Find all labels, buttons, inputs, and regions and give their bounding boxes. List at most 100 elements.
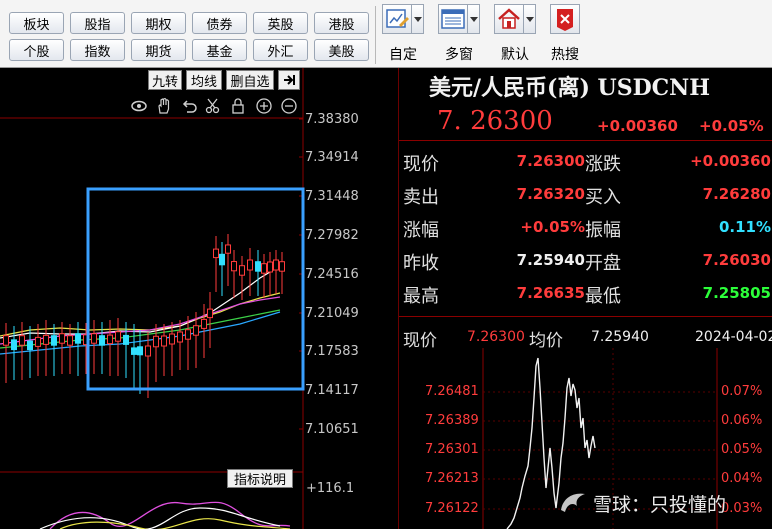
quote-label: 现价	[403, 154, 439, 175]
candle-body	[131, 347, 137, 355]
intraday-right-tick: 0.07%	[721, 384, 763, 399]
hot-search-tool-button[interactable]: 热搜	[550, 4, 580, 64]
chevron-down-icon[interactable]	[412, 4, 424, 34]
quote-value: +0.05%	[520, 218, 585, 236]
snowball-logo-icon	[557, 488, 591, 518]
trading-app: 板块 股指 期权 债券 英股 港股 个股 指数 期货 基金 外汇 美股 自定 多…	[0, 0, 772, 529]
candle-body	[279, 261, 285, 272]
quote-label: 开盘	[585, 253, 621, 274]
divider	[399, 316, 772, 317]
y-tick-label: 7.14117	[305, 383, 359, 398]
quote-value: 7.25940	[516, 251, 585, 269]
home-icon	[494, 4, 524, 34]
market-button-funds[interactable]: 基金	[192, 39, 247, 61]
y-tick-label: 7.34914	[305, 150, 359, 165]
candle-body	[219, 253, 225, 266]
candle-body	[67, 335, 73, 346]
market-button-bonds[interactable]: 债券	[192, 12, 247, 34]
candle-body	[161, 335, 167, 347]
candle-body	[59, 333, 65, 344]
kline-chart-panel: 九转 均线 删自选 7.38380 7.34914 7.31448 7.2798…	[0, 68, 398, 529]
candle-body	[193, 325, 199, 336]
candle-body	[19, 335, 25, 346]
quote-label: 卖出	[403, 187, 439, 208]
candlestick-series	[3, 234, 285, 398]
candle-body	[123, 334, 129, 345]
market-button-stock-index[interactable]: 股指	[70, 12, 125, 34]
instrument-title: 美元/人民币(离) USDCNH	[429, 75, 711, 101]
candle-body	[107, 334, 113, 345]
chevron-down-icon[interactable]	[468, 4, 480, 34]
watermark-text: 雪球：只投懂的	[593, 494, 727, 516]
y-tick-label: 7.24516	[305, 267, 359, 282]
candle-body	[169, 333, 175, 345]
candle-body	[137, 346, 143, 356]
default-tool-button[interactable]: 默认	[494, 4, 538, 64]
candle-body	[261, 263, 267, 274]
quote-label: 涨跌	[585, 154, 621, 175]
y-tick-label: 7.31448	[305, 189, 359, 204]
price-change-pct: +0.05%	[699, 117, 764, 135]
y-tick-label: 7.27982	[305, 228, 359, 243]
quote-label: 最低	[585, 286, 621, 307]
indicator-top-value: +116.1	[306, 481, 355, 496]
candle-body	[99, 335, 105, 346]
candle-body	[201, 318, 207, 329]
current-price: 7. 26300	[437, 106, 553, 136]
candle-body	[3, 335, 9, 346]
quote-label: 昨收	[403, 253, 439, 274]
candle-body	[207, 308, 213, 319]
market-button-hk-stocks[interactable]: 港股	[314, 12, 369, 34]
candle-body	[35, 336, 41, 347]
candle-body	[43, 334, 49, 345]
ma-yellow-line	[0, 292, 281, 337]
quote-value: 7.26635	[516, 284, 585, 302]
kline-chart-canvas[interactable]	[0, 68, 398, 529]
custom-icon	[382, 4, 412, 34]
quote-value: +0.00360	[690, 152, 771, 170]
quote-label: 买入	[585, 187, 621, 208]
y-tick-label: 7.17583	[305, 344, 359, 359]
indicator-info-button[interactable]: 指标说明	[227, 469, 293, 488]
multi-window-tool-button[interactable]: 多窗	[438, 4, 482, 64]
candle-body	[177, 331, 183, 343]
candle-body	[27, 340, 33, 351]
candle-body	[145, 345, 151, 357]
candle-body	[91, 333, 97, 344]
quote-value: 7.26300	[516, 152, 585, 170]
market-button-index[interactable]: 指数	[70, 39, 125, 61]
candle-body	[51, 335, 57, 346]
intraday-left-tick: 7.26301	[425, 442, 479, 457]
intraday-right-tick: 0.04%	[721, 471, 763, 486]
intraday-price-value: 7.26300	[467, 329, 525, 345]
quote-label: 振幅	[585, 220, 621, 241]
hot-search-tool-label: 热搜	[551, 47, 579, 63]
chevron-down-icon[interactable]	[524, 4, 536, 34]
market-button-futures[interactable]: 期货	[131, 39, 186, 61]
candle-body	[153, 335, 159, 348]
custom-tool-button[interactable]: 自定	[382, 4, 426, 64]
intraday-date: 2024-04-02	[695, 329, 772, 345]
y-tick-label: 7.38380	[305, 112, 359, 127]
intraday-left-tick: 7.26213	[425, 471, 479, 486]
quote-label: 最高	[403, 286, 439, 307]
candle-body	[11, 339, 17, 351]
market-button-us-stocks[interactable]: 美股	[314, 39, 369, 61]
y-tick-label: 7.21049	[305, 306, 359, 321]
candle-body	[255, 261, 261, 272]
indicator-lines	[39, 501, 291, 529]
intraday-avg-value: 7.25940	[591, 329, 649, 345]
market-button-forex[interactable]: 外汇	[253, 39, 308, 61]
quote-value: 7.25805	[702, 284, 771, 302]
market-button-sector[interactable]: 板块	[9, 12, 64, 34]
market-button-individual-stocks[interactable]: 个股	[9, 39, 64, 61]
quote-value: 7.26320	[516, 185, 585, 203]
candle-body	[267, 261, 273, 273]
quote-value: 7.26280	[702, 185, 771, 203]
intraday-left-tick: 7.26389	[425, 413, 479, 428]
market-button-uk-stocks[interactable]: 英股	[253, 12, 308, 34]
top-toolbar: 板块 股指 期权 债券 英股 港股 个股 指数 期货 基金 外汇 美股 自定 多…	[0, 0, 772, 68]
market-button-options[interactable]: 期权	[131, 12, 186, 34]
divider	[399, 140, 772, 141]
price-change: +0.00360	[597, 117, 678, 135]
